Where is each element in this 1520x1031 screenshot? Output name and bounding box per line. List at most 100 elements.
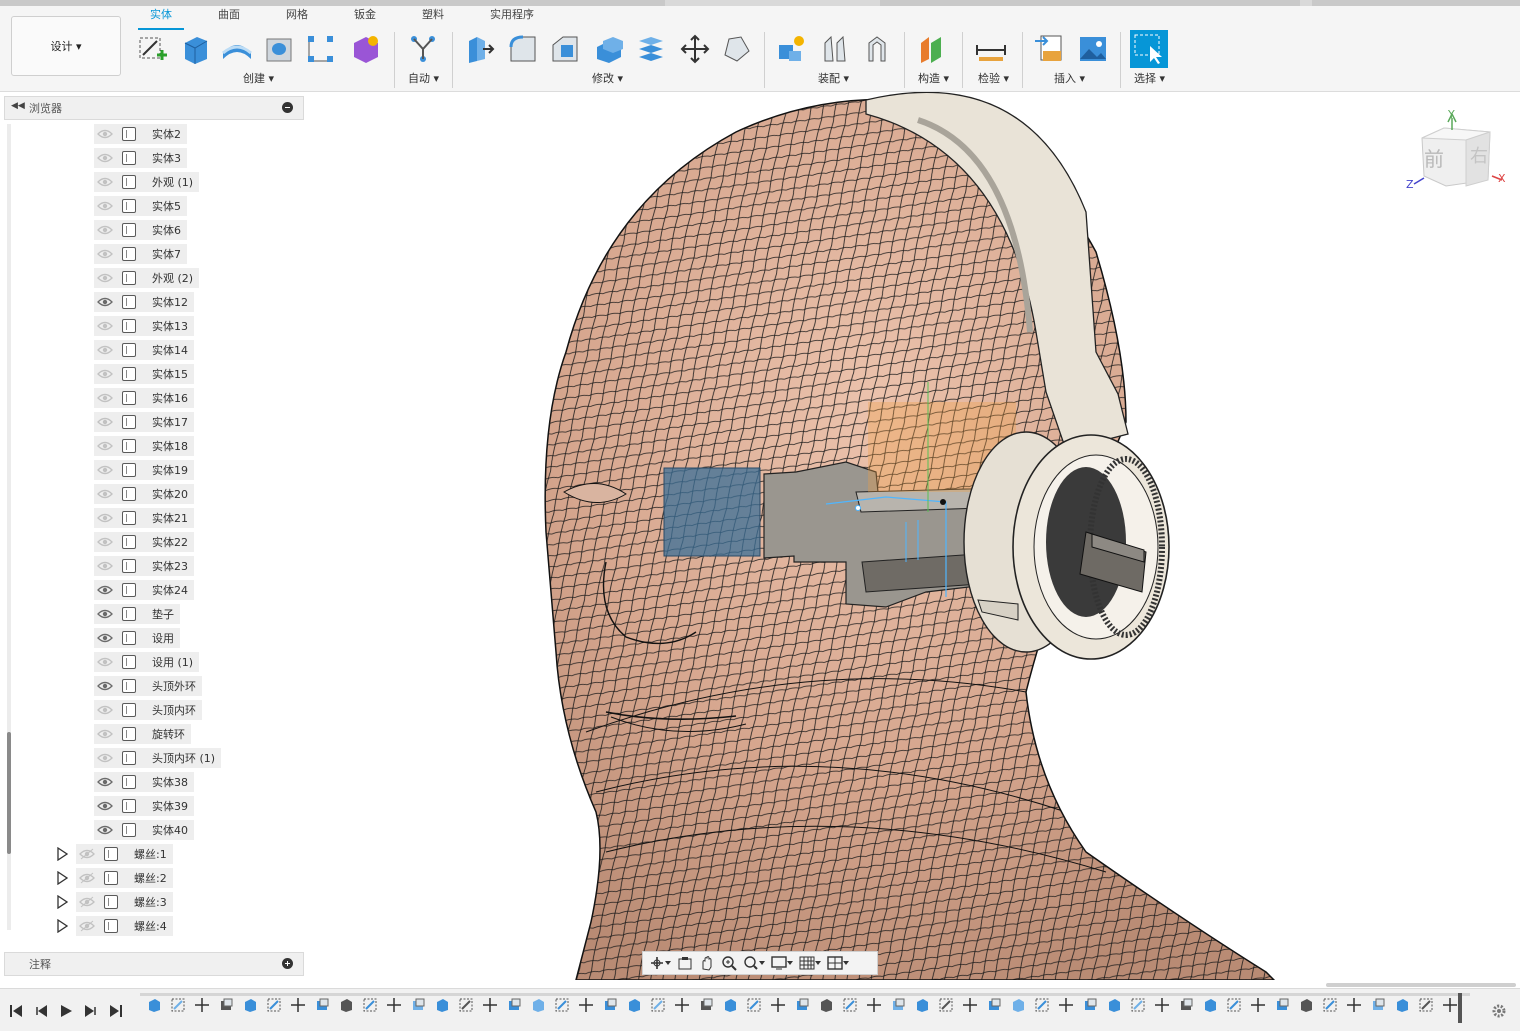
browser-body-row[interactable]: 外观 (2) xyxy=(94,268,200,288)
browser-body-row[interactable]: 实体40 xyxy=(94,820,194,840)
timeline-scrollbar[interactable] xyxy=(1326,983,1516,987)
visibility-eye-icon[interactable] xyxy=(96,247,114,261)
new-component-icon[interactable] xyxy=(774,32,808,66)
visibility-eye-icon[interactable] xyxy=(96,535,114,549)
offset-plane-icon[interactable] xyxy=(914,32,948,66)
timeline-feature-icon[interactable] xyxy=(938,997,954,1013)
visibility-eye-icon[interactable] xyxy=(96,319,114,333)
browser-row-body[interactable]: 实体15 xyxy=(94,364,194,384)
browser-row-body[interactable]: 垫子 xyxy=(94,604,180,624)
3d-viewport[interactable] xyxy=(306,92,1520,980)
shell-icon[interactable] xyxy=(592,32,626,66)
chamfer-icon[interactable] xyxy=(548,32,582,66)
browser-component-row[interactable]: 螺丝:1 xyxy=(56,844,173,864)
timeline-feature-icon[interactable] xyxy=(866,997,882,1013)
timeline-feature-icon[interactable] xyxy=(362,997,378,1013)
browser-row-body[interactable]: 外观 (1) xyxy=(94,172,200,192)
collapse-panel-icon[interactable]: ◀◀ xyxy=(11,101,25,111)
viewcube-right-label[interactable]: 右 xyxy=(1470,146,1488,167)
group-label-construct[interactable]: 构造 ▾ xyxy=(918,70,949,86)
timeline-feature-icon[interactable] xyxy=(1274,997,1290,1013)
browser-body-row[interactable]: 垫子 xyxy=(94,604,180,624)
visibility-eye-icon[interactable] xyxy=(78,847,96,861)
timeline-feature-icon[interactable] xyxy=(770,997,786,1013)
browser-row-body[interactable]: 实体38 xyxy=(94,772,194,792)
browser-body-row[interactable]: 头顶内环 (1) xyxy=(94,748,222,768)
browser-row-body[interactable]: 实体18 xyxy=(94,436,194,456)
group-label-modify[interactable]: 修改 ▾ xyxy=(592,70,623,86)
timeline-feature-icon[interactable] xyxy=(554,997,570,1013)
browser-body-row[interactable]: 设用 (1) xyxy=(94,652,200,672)
browser-row-body[interactable]: 实体7 xyxy=(94,244,187,264)
browser-body-row[interactable]: 实体18 xyxy=(94,436,194,456)
timeline-feature-icon[interactable] xyxy=(1130,997,1146,1013)
joint-icon[interactable] xyxy=(818,32,852,66)
visibility-eye-icon[interactable] xyxy=(78,895,96,909)
browser-body-row[interactable]: 实体39 xyxy=(94,796,194,816)
model-canvas[interactable] xyxy=(306,92,1520,980)
visibility-eye-icon[interactable] xyxy=(96,175,114,189)
browser-row-body[interactable]: 实体21 xyxy=(94,508,194,528)
visibility-eye-icon[interactable] xyxy=(96,391,114,405)
timeline-feature-icon[interactable] xyxy=(626,997,642,1013)
browser-body-row[interactable]: 实体20 xyxy=(94,484,194,504)
align-icon[interactable] xyxy=(720,32,754,66)
timeline-feature-icon[interactable] xyxy=(914,997,930,1013)
browser-row-body[interactable]: 实体40 xyxy=(94,820,194,840)
move-copy-icon[interactable] xyxy=(678,32,712,66)
fit-icon[interactable] xyxy=(743,954,765,972)
browser-row-body[interactable]: 头顶内环 (1) xyxy=(94,748,222,768)
visibility-eye-icon[interactable] xyxy=(96,271,114,285)
timeline-feature-icon[interactable] xyxy=(170,997,186,1013)
timeline-feature-icon[interactable] xyxy=(1346,997,1362,1013)
timeline-feature-icon[interactable] xyxy=(1322,997,1338,1013)
browser-body-row[interactable]: 实体17 xyxy=(94,412,194,432)
browser-component-row[interactable]: 螺丝:4 xyxy=(56,916,173,936)
timeline-feature-icon[interactable] xyxy=(1178,997,1194,1013)
visibility-eye-icon[interactable] xyxy=(78,919,96,933)
play-icon[interactable] xyxy=(58,1003,74,1019)
revolve-icon[interactable] xyxy=(220,32,254,66)
browser-row-body[interactable]: 实体39 xyxy=(94,796,194,816)
headphone-earcup[interactable] xyxy=(963,431,1170,660)
timeline-feature-icon[interactable] xyxy=(1010,997,1026,1013)
visibility-eye-icon[interactable] xyxy=(96,775,114,789)
visibility-eye-icon[interactable] xyxy=(96,343,114,357)
timeline-feature-icon[interactable] xyxy=(650,997,666,1013)
timeline-feature-icon[interactable] xyxy=(386,997,402,1013)
tab-mesh[interactable]: 网格 xyxy=(286,6,308,22)
timeline-marker[interactable] xyxy=(1458,993,1462,1023)
as-built-joint-icon[interactable] xyxy=(860,32,894,66)
measure-icon[interactable] xyxy=(974,32,1008,66)
timeline-feature-icon[interactable] xyxy=(1058,997,1074,1013)
press-pull-icon[interactable] xyxy=(462,32,496,66)
timeline-feature-icon[interactable] xyxy=(194,997,210,1013)
step-back-icon[interactable] xyxy=(34,1003,50,1019)
visibility-eye-icon[interactable] xyxy=(96,295,114,309)
extrude-icon[interactable] xyxy=(178,32,212,66)
group-label-create[interactable]: 创建 ▾ xyxy=(243,70,274,86)
visibility-eye-icon[interactable] xyxy=(96,487,114,501)
expand-triangle-icon[interactable] xyxy=(56,870,69,886)
browser-row-body[interactable]: 实体23 xyxy=(94,556,194,576)
browser-row-body[interactable]: 螺丝:3 xyxy=(76,892,173,912)
browser-row-body[interactable]: 实体2 xyxy=(94,124,187,144)
group-label-assemble[interactable]: 装配 ▾ xyxy=(818,70,849,86)
timeline-feature-icon[interactable] xyxy=(242,997,258,1013)
browser-row-body[interactable]: 实体19 xyxy=(94,460,194,480)
visibility-eye-icon[interactable] xyxy=(96,439,114,453)
visibility-eye-icon[interactable] xyxy=(96,223,114,237)
tab-plastic[interactable]: 塑料 xyxy=(422,6,444,22)
timeline-feature-icon[interactable] xyxy=(218,997,234,1013)
timeline-feature-icon[interactable] xyxy=(338,997,354,1013)
browser-row-body[interactable]: 实体6 xyxy=(94,220,187,240)
tab-utilities[interactable]: 实用程序 xyxy=(490,6,534,22)
create-form-icon[interactable] xyxy=(348,32,382,66)
timeline-feature-icon[interactable] xyxy=(1298,997,1314,1013)
go-to-end-icon[interactable] xyxy=(108,1003,124,1019)
orbit-icon[interactable] xyxy=(649,954,671,972)
automate-icon[interactable] xyxy=(406,32,440,66)
timeline-settings-icon[interactable] xyxy=(1491,1003,1507,1019)
timeline-feature-icon[interactable] xyxy=(1226,997,1242,1013)
timeline-feature-icon[interactable] xyxy=(818,997,834,1013)
